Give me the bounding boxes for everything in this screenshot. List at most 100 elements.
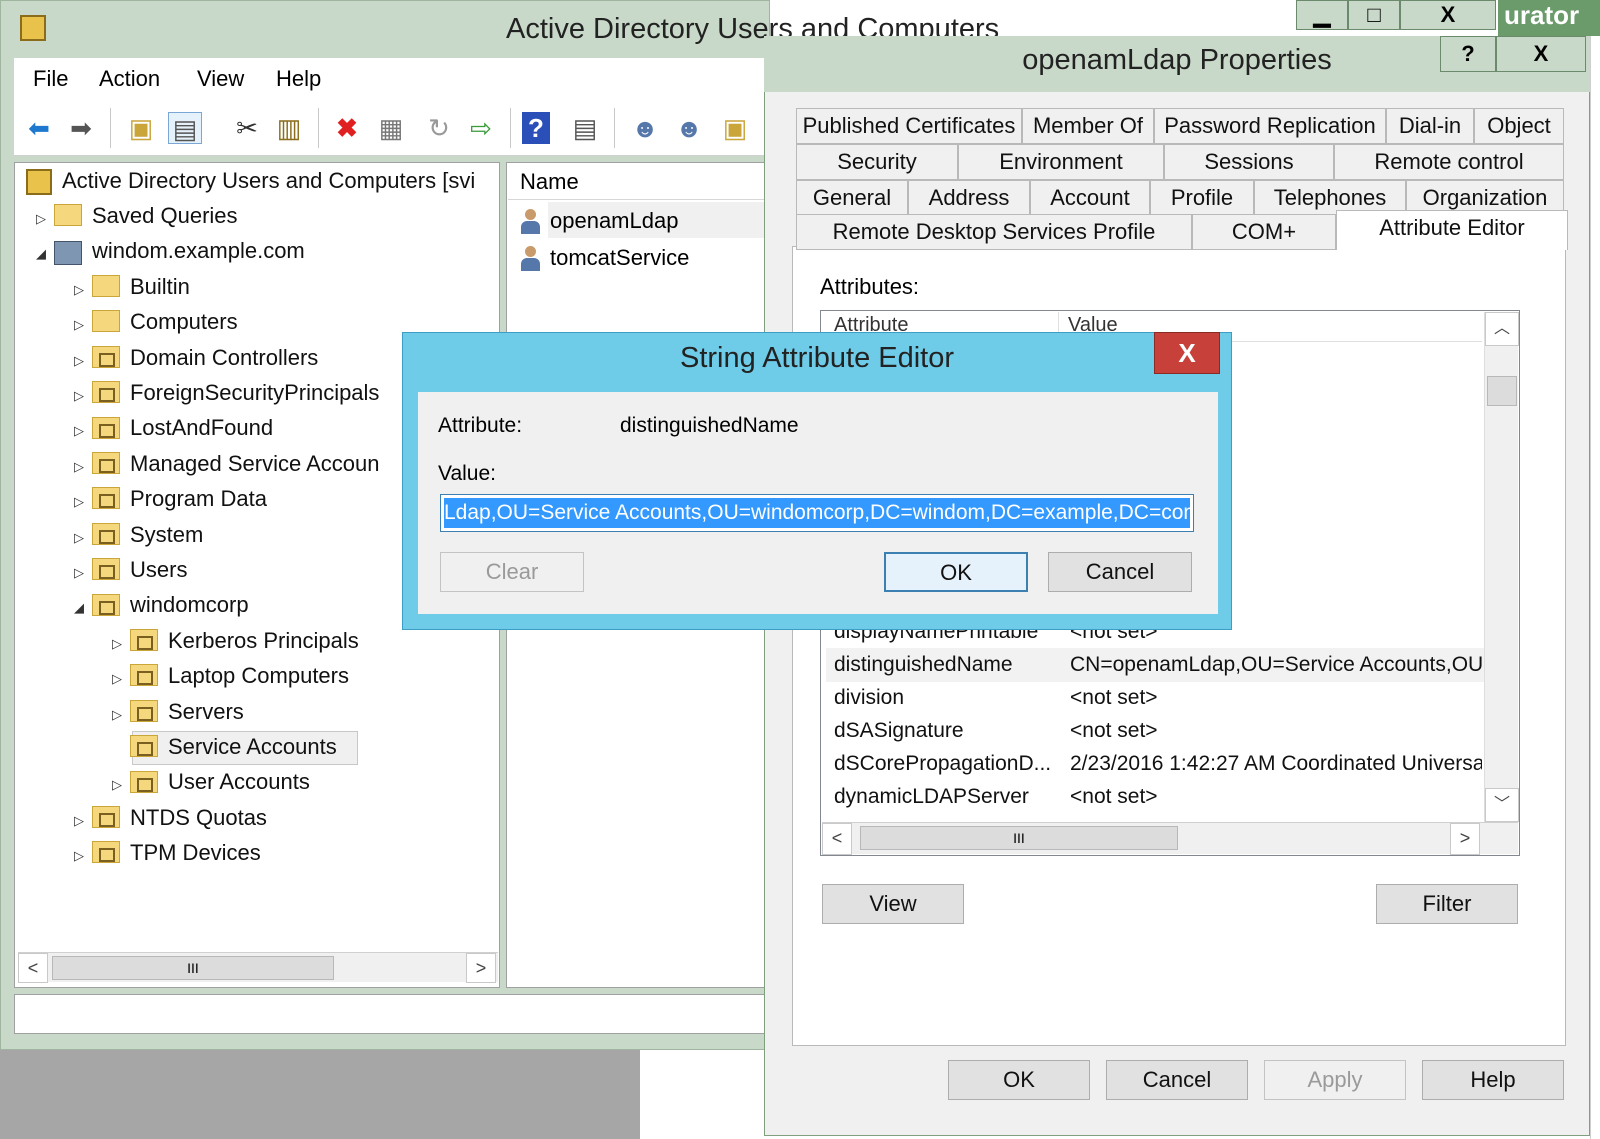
- cut-icon[interactable]: ✂: [230, 112, 264, 144]
- help-button[interactable]: Help: [1422, 1060, 1564, 1100]
- scroll-down-icon[interactable]: ﹀: [1485, 788, 1519, 822]
- expander-icon[interactable]: ▷: [74, 485, 92, 519]
- menu-view[interactable]: View: [197, 66, 244, 92]
- string-editor-close-button[interactable]: X: [1154, 332, 1220, 374]
- tree-item[interactable]: ▷ Users: [74, 553, 187, 587]
- attributes-hscrollbar[interactable]: < III >: [822, 822, 1518, 855]
- scroll-left-icon[interactable]: <: [822, 823, 852, 855]
- tab-address[interactable]: Address: [908, 180, 1030, 216]
- tree-item[interactable]: ▷ Program Data: [74, 482, 267, 516]
- ok-button[interactable]: OK: [948, 1060, 1090, 1100]
- menu-file[interactable]: File: [33, 66, 68, 92]
- value-input[interactable]: Ldap,OU=Service Accounts,OU=windomcorp,D…: [440, 494, 1194, 532]
- back-arrow-icon[interactable]: ⬅: [22, 112, 56, 144]
- tree-item[interactable]: ▷ System: [74, 518, 203, 552]
- expander-icon[interactable]: ▷: [112, 662, 130, 696]
- expander-icon[interactable]: ◢: [36, 237, 54, 271]
- expander-icon[interactable]: ▷: [74, 414, 92, 448]
- filter-button[interactable]: Filter: [1376, 884, 1518, 924]
- tree-item[interactable]: ▷ Saved Queries: [36, 199, 238, 233]
- expander-icon[interactable]: ▷: [74, 273, 92, 307]
- attribute-value-cell[interactable]: 2/23/2016 1:42:27 AM Coordinated Univers…: [1070, 748, 1482, 780]
- expander-icon[interactable]: ▷: [36, 202, 54, 236]
- tree-item[interactable]: ▷ Domain Controllers: [74, 341, 318, 375]
- new-user-icon[interactable]: ☻: [628, 112, 662, 144]
- list-item[interactable]: tomcatService: [520, 241, 689, 275]
- tree-item[interactable]: ▷ Managed Service Accoun: [74, 447, 380, 481]
- properties-help-button[interactable]: ?: [1440, 36, 1496, 72]
- tab-profile[interactable]: Profile: [1150, 180, 1254, 216]
- tree-item[interactable]: ▷ Laptop Computers: [112, 659, 349, 693]
- menu-help[interactable]: Help: [276, 66, 321, 92]
- tab-remote-desktop-services-profile[interactable]: Remote Desktop Services Profile: [796, 214, 1192, 250]
- tree-item[interactable]: ◢ windomcorp: [74, 588, 249, 622]
- tab-security[interactable]: Security: [796, 144, 958, 180]
- minimize-button[interactable]: ▁: [1296, 0, 1348, 30]
- tab-dial-in[interactable]: Dial-in: [1386, 108, 1474, 144]
- expander-icon[interactable]: ▷: [74, 839, 92, 873]
- clear-button[interactable]: Clear: [440, 552, 584, 592]
- tab-remote-control[interactable]: Remote control: [1334, 144, 1564, 180]
- cancel-button[interactable]: Cancel: [1106, 1060, 1248, 1100]
- expander-icon[interactable]: ▷: [112, 698, 130, 732]
- paste-icon[interactable]: ▥: [272, 112, 306, 144]
- tree-item[interactable]: ▷ ForeignSecurityPrincipals: [74, 376, 379, 410]
- scroll-left-icon[interactable]: <: [18, 953, 48, 983]
- tab-member-of[interactable]: Member Of: [1022, 108, 1154, 144]
- up-folder-icon[interactable]: ▣: [124, 112, 158, 144]
- scroll-thumb[interactable]: [1487, 376, 1517, 406]
- show-tree-icon[interactable]: ▤: [168, 112, 202, 144]
- scroll-up-icon[interactable]: ︿: [1485, 312, 1519, 346]
- tab-environment[interactable]: Environment: [958, 144, 1164, 180]
- tab-password-replication[interactable]: Password Replication: [1154, 108, 1386, 144]
- expander-icon[interactable]: ▷: [112, 627, 130, 661]
- tree-root[interactable]: Active Directory Users and Computers [sv…: [26, 164, 475, 198]
- tree-hscrollbar[interactable]: < III >: [18, 952, 498, 983]
- expander-icon[interactable]: ▷: [112, 768, 130, 802]
- tab-attribute-editor[interactable]: Attribute Editor: [1336, 210, 1568, 250]
- string-editor-cancel-button[interactable]: Cancel: [1048, 552, 1192, 592]
- expander-icon[interactable]: ▷: [74, 379, 92, 413]
- refresh-icon[interactable]: ↻: [422, 112, 456, 144]
- tab-object[interactable]: Object: [1474, 108, 1564, 144]
- tree-item[interactable]: ▷ Computers: [74, 305, 238, 339]
- new-ou-icon[interactable]: ▣: [718, 112, 752, 144]
- scroll-right-icon[interactable]: >: [1450, 823, 1480, 855]
- apply-button[interactable]: Apply: [1264, 1060, 1406, 1100]
- menu-action[interactable]: Action: [99, 66, 160, 92]
- scroll-thumb[interactable]: III: [860, 826, 1178, 850]
- tree-item[interactable]: ▷ Builtin: [74, 270, 190, 304]
- tree-item[interactable]: ◢ windom.example.com: [36, 234, 305, 268]
- close-button[interactable]: X: [1400, 0, 1496, 30]
- attribute-name-cell[interactable]: dSASignature: [834, 715, 964, 747]
- attribute-value-cell[interactable]: CN=openamLdap,OU=Service Accounts,OU: [1070, 649, 1482, 681]
- attribute-value-cell[interactable]: <not set>: [1070, 781, 1482, 813]
- forward-arrow-icon[interactable]: ➡: [64, 112, 98, 144]
- expander-icon[interactable]: ▷: [74, 556, 92, 590]
- attribute-name-cell[interactable]: dynamicLDAPServer: [834, 781, 1029, 813]
- expander-icon[interactable]: ◢: [74, 591, 92, 625]
- attribute-name-cell[interactable]: division: [834, 682, 904, 714]
- attributes-vscrollbar[interactable]: ︿ ﹀: [1484, 312, 1519, 822]
- tree-item[interactable]: ▷ Servers: [112, 695, 244, 729]
- expander-icon[interactable]: ▷: [74, 804, 92, 838]
- list-item[interactable]: openamLdap: [520, 204, 678, 238]
- tree-item[interactable]: ▷ LostAndFound: [74, 411, 273, 445]
- properties-close-button[interactable]: X: [1496, 36, 1586, 72]
- delete-icon[interactable]: ✖: [330, 112, 364, 144]
- tab-published-certificates[interactable]: Published Certificates: [796, 108, 1022, 144]
- scroll-right-icon[interactable]: >: [466, 953, 496, 983]
- attribute-value-cell[interactable]: <not set>: [1070, 682, 1482, 714]
- tab-account[interactable]: Account: [1030, 180, 1150, 216]
- properties-icon[interactable]: ▦: [374, 112, 408, 144]
- expander-icon[interactable]: ▷: [74, 450, 92, 484]
- expander-icon[interactable]: ▷: [74, 308, 92, 342]
- attribute-name-cell[interactable]: distinguishedName: [834, 649, 1013, 681]
- string-editor-ok-button[interactable]: OK: [884, 552, 1028, 592]
- view-button[interactable]: View: [822, 884, 964, 924]
- tab-com-plus[interactable]: COM+: [1192, 214, 1336, 250]
- attribute-value-cell[interactable]: <not set>: [1070, 715, 1482, 747]
- new-group-icon[interactable]: ☻: [672, 112, 706, 144]
- tab-sessions[interactable]: Sessions: [1164, 144, 1334, 180]
- tree-item[interactable]: ▷ Kerberos Principals: [112, 624, 359, 658]
